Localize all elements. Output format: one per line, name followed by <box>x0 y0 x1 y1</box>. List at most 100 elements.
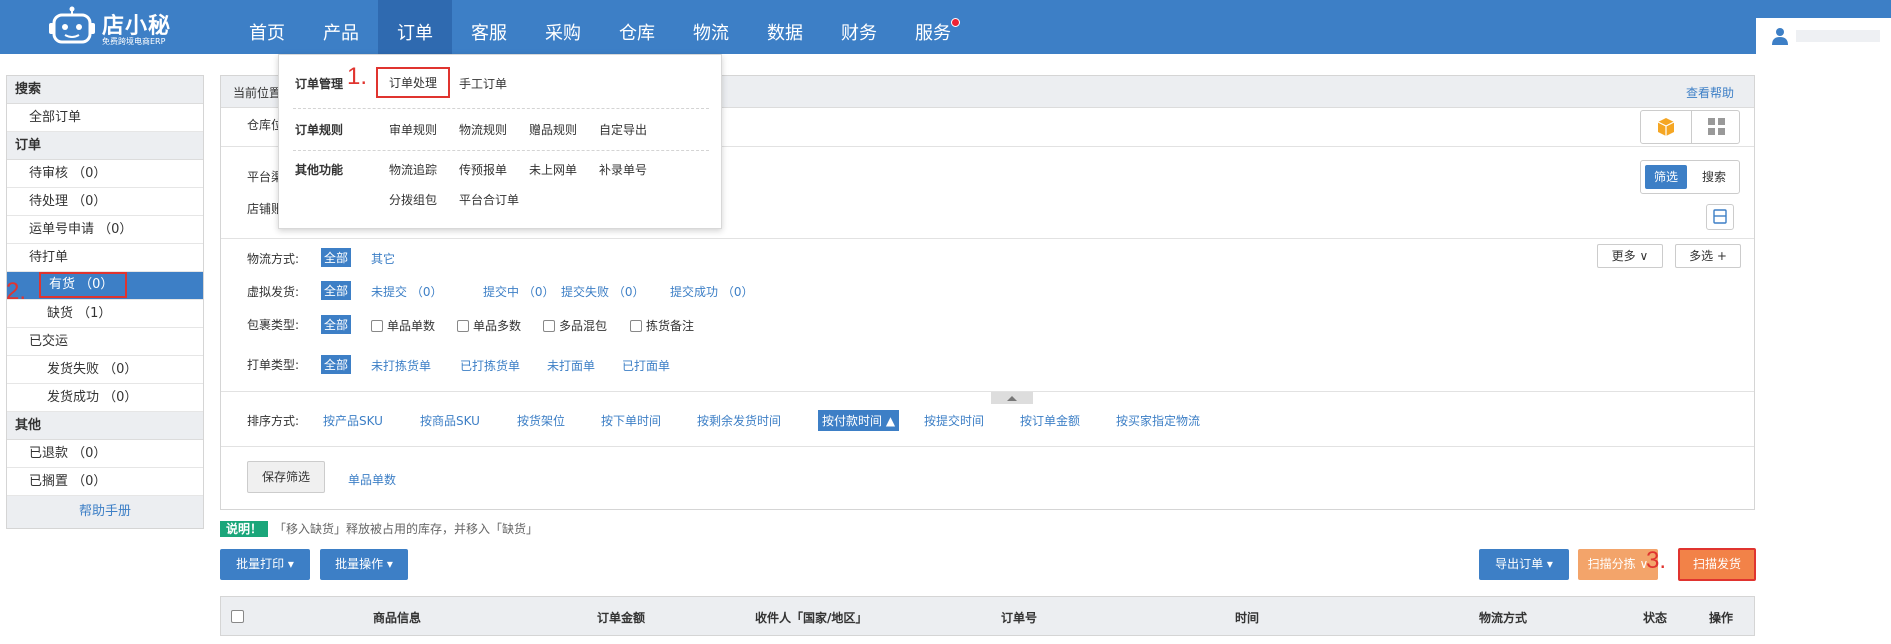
nav-product[interactable]: 产品 <box>304 0 378 54</box>
select-all-checkbox[interactable] <box>231 610 244 623</box>
grid-view-button[interactable] <box>1691 111 1741 143</box>
sort-option[interactable]: 按货架位 <box>517 412 565 429</box>
cube-view-button[interactable] <box>1641 111 1691 143</box>
package-option[interactable]: 拣货备注 <box>630 317 694 334</box>
sidebar-item-pending-print[interactable]: 待打单 <box>7 244 203 272</box>
dd-other-label: 其他功能 <box>295 163 344 177</box>
sidebar-item-in-stock[interactable]: 有货 （0） <box>7 272 203 300</box>
dd-other-link[interactable]: 平台合订单 <box>459 191 519 208</box>
print-option[interactable]: 未打拣货单 <box>371 357 431 374</box>
nav-customer-service[interactable]: 客服 <box>452 0 526 54</box>
virtual-option[interactable]: 提交中 （0） <box>483 283 554 300</box>
logistics-label: 物流方式: <box>247 252 300 266</box>
dd-rule-link[interactable]: 赠品规则 <box>529 121 577 138</box>
sidebar-help-link[interactable]: 帮助手册 <box>7 496 203 528</box>
package-all-chip[interactable]: 全部 <box>321 315 352 334</box>
logistics-all-chip[interactable]: 全部 <box>321 248 352 267</box>
package-option[interactable]: 多品混包 <box>543 317 607 334</box>
virtual-option[interactable]: 未提交 （0） <box>371 283 442 300</box>
print-option[interactable]: 已打拣货单 <box>460 357 520 374</box>
sort-option[interactable]: 按下单时间 <box>601 412 661 429</box>
dd-other-link[interactable]: 补录单号 <box>599 161 647 178</box>
dd-rule-link[interactable]: 物流规则 <box>459 121 507 138</box>
dd-rule-link[interactable]: 自定导出 <box>599 121 647 138</box>
user-menu[interactable] <box>1756 18 1891 54</box>
dd-rule-link[interactable]: 审单规则 <box>389 121 437 138</box>
annotation-2: 2. <box>6 278 27 305</box>
more-button[interactable]: 更多 ∨ <box>1597 244 1663 268</box>
nav-order[interactable]: 订单 <box>378 0 452 54</box>
view-help-link[interactable]: 查看帮助 <box>1686 84 1734 101</box>
sidebar: 搜索 全部订单 订单 待审核 （0） 待处理 （0） 运单号申请 （0） 待打单… <box>6 75 204 529</box>
sidebar-item-ship-failed[interactable]: 发货失败 （0） <box>7 356 203 384</box>
divider <box>221 238 1754 239</box>
checkbox-icon <box>543 320 555 332</box>
nav-finance[interactable]: 财务 <box>822 0 896 54</box>
column-header[interactable]: 状态 <box>1643 609 1667 626</box>
sort-option[interactable]: 按产品SKU <box>323 412 383 429</box>
nav-logistics[interactable]: 物流 <box>674 0 748 54</box>
sidebar-item-pending-process[interactable]: 待处理 （0） <box>7 188 203 216</box>
column-header[interactable]: 订单金额 <box>597 609 645 626</box>
sort-option-active[interactable]: 按付款时间 ▲ <box>818 410 900 431</box>
print-option[interactable]: 未打面单 <box>547 357 595 374</box>
column-header[interactable]: 订单号 <box>1001 609 1037 626</box>
column-header[interactable]: 时间 <box>1235 609 1259 626</box>
column-header[interactable]: 操作 <box>1709 609 1733 626</box>
sort-option[interactable]: 按订单金额 <box>1020 412 1080 429</box>
batch-ops-button[interactable]: 批量操作 ▾ <box>320 549 408 580</box>
save-filter-button[interactable]: 保存筛选 <box>247 461 325 493</box>
export-orders-button[interactable]: 导出订单 ▾ <box>1479 549 1569 580</box>
sidebar-item-pending-review[interactable]: 待审核 （0） <box>7 160 203 188</box>
dd-other-link[interactable]: 物流追踪 <box>389 161 437 178</box>
nav-purchase[interactable]: 采购 <box>526 0 600 54</box>
sidebar-item-shipped[interactable]: 已交运 <box>7 328 203 356</box>
virtual-option[interactable]: 提交失败 （0） <box>561 283 644 300</box>
print-option[interactable]: 已打面单 <box>622 357 670 374</box>
nav-data[interactable]: 数据 <box>748 0 822 54</box>
package-option-label: 多品混包 <box>559 319 608 333</box>
virtual-all-chip[interactable]: 全部 <box>321 281 352 300</box>
multi-select-button[interactable]: 多选 + <box>1675 244 1741 268</box>
logistics-other-option[interactable]: 其它 <box>371 250 395 267</box>
sidebar-item-ship-success[interactable]: 发货成功 （0） <box>7 384 203 412</box>
column-header[interactable]: 收件人「国家/地区」 <box>755 609 867 626</box>
filter-search-toggle: 筛选 搜索 <box>1640 160 1740 194</box>
sort-option[interactable]: 按买家指定物流 <box>1116 412 1200 429</box>
sidebar-item-waybill-apply[interactable]: 运单号申请 （0） <box>7 216 203 244</box>
print-all-chip[interactable]: 全部 <box>321 355 352 374</box>
sidebar-item-all-orders[interactable]: 全部订单 <box>7 104 203 132</box>
collapse-filters-tab[interactable] <box>991 392 1033 404</box>
logo[interactable]: 店小秘 免费跨境电商ERP <box>48 4 178 50</box>
sort-option[interactable]: 按商品SKU <box>420 412 480 429</box>
annotation-1: 1. <box>347 63 368 90</box>
nav-warehouse[interactable]: 仓库 <box>600 0 674 54</box>
nav-service[interactable]: 服务 <box>896 0 970 54</box>
scan-ship-button[interactable]: 扫描发货 <box>1678 548 1756 581</box>
package-type-label: 包裹类型: <box>247 318 300 332</box>
sidebar-item-refunded[interactable]: 已退款 （0） <box>7 440 203 468</box>
nav-home[interactable]: 首页 <box>230 0 304 54</box>
checkbox-icon <box>630 320 642 332</box>
saved-filter-item[interactable]: 单品单数 <box>348 471 396 488</box>
dd-other-link[interactable]: 分拨组包 <box>389 191 437 208</box>
column-header[interactable]: 物流方式 <box>1479 609 1527 626</box>
sort-option[interactable]: 按剩余发货时间 <box>697 412 781 429</box>
column-header[interactable]: 商品信息 <box>373 609 421 626</box>
sidebar-item-on-hold[interactable]: 已搁置 （0） <box>7 468 203 496</box>
sidebar-head-search: 搜索 <box>7 76 203 104</box>
virtual-option[interactable]: 提交成功 （0） <box>670 283 753 300</box>
dd-order-process-link[interactable]: 订单处理 <box>376 67 451 98</box>
filter-toggle-on[interactable]: 筛选 <box>1645 165 1687 189</box>
package-option[interactable]: 单品多数 <box>457 317 521 334</box>
breadcrumb: 当前位置 <box>233 86 282 100</box>
dd-other-link[interactable]: 传预报单 <box>459 161 507 178</box>
batch-print-button[interactable]: 批量打印 ▾ <box>220 549 310 580</box>
sort-option[interactable]: 按提交时间 <box>924 412 984 429</box>
panel-collapse-button[interactable] <box>1706 204 1734 230</box>
filter-toggle-off[interactable]: 搜索 <box>1693 165 1735 189</box>
sidebar-item-out-of-stock[interactable]: 缺货 （1） <box>7 300 203 328</box>
dd-manual-order-link[interactable]: 手工订单 <box>459 75 507 92</box>
dd-other-link[interactable]: 未上网单 <box>529 161 577 178</box>
package-option[interactable]: 单品单数 <box>371 317 435 334</box>
